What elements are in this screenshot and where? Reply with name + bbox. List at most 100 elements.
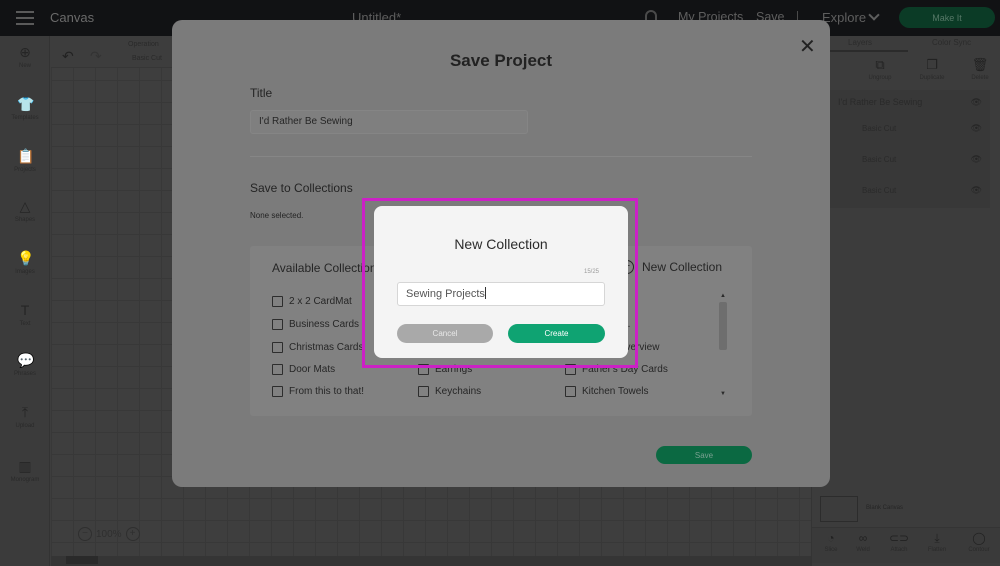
- monogram-icon: ▥: [18, 458, 32, 474]
- zoom-in-icon[interactable]: +: [125, 527, 140, 541]
- sidebar-item-images[interactable]: 💡 Images: [0, 250, 50, 275]
- operation-label: Operation: [128, 41, 159, 48]
- cancel-button[interactable]: Cancel: [397, 324, 493, 343]
- sidebar-item-shapes[interactable]: △ Shapes: [0, 198, 50, 223]
- sidebar-item-label: Images: [15, 269, 35, 275]
- slice-icon: ◔: [827, 531, 835, 545]
- checkbox[interactable]: [272, 296, 283, 307]
- chevron-down-icon: [868, 9, 880, 21]
- sidebar-item-new[interactable]: ⊕ New: [0, 44, 50, 69]
- attach-button[interactable]: ⊂⊃ Attach: [884, 531, 914, 554]
- sidebar-item-label: New: [18, 63, 31, 69]
- hamburger-menu-icon[interactable]: [16, 11, 34, 25]
- save-to-collections-label: Save to Collections: [250, 181, 353, 195]
- collection-option[interactable]: Christmas Cards: [272, 342, 363, 353]
- collection-option[interactable]: Kitchen Towels: [565, 386, 649, 397]
- scrollbar-thumb[interactable]: [66, 556, 98, 564]
- collection-name: Keychains: [435, 386, 482, 397]
- checkbox[interactable]: [565, 386, 576, 397]
- layer-name: Basic Cut: [862, 123, 897, 133]
- checkbox[interactable]: [272, 319, 283, 330]
- collection-option[interactable]: Keychains: [418, 386, 481, 397]
- sidebar-item-label: Upload: [15, 423, 35, 429]
- close-icon[interactable]: ✕: [799, 34, 816, 59]
- project-title-input[interactable]: I'd Rather Be Sewing: [250, 110, 528, 134]
- plus-circle-icon: ⊕: [19, 44, 31, 60]
- weld-label: Weld: [856, 547, 870, 553]
- text-icon: T: [20, 302, 30, 318]
- make-it-button[interactable]: Make It: [899, 7, 995, 28]
- layer-name: Basic Cut: [862, 154, 897, 164]
- character-count: 15/25: [584, 269, 600, 275]
- layer-group-name: I'd Rather Be Sewing: [838, 97, 923, 107]
- sidebar-item-upload[interactable]: ⤒ Upload: [0, 404, 50, 429]
- sidebar-item-monogram[interactable]: ▥ Monogram: [0, 458, 50, 483]
- layer-row[interactable]: Basic Cut 👁: [830, 176, 990, 204]
- save-button[interactable]: Save: [656, 446, 752, 464]
- modal-title: Save Project: [449, 51, 553, 70]
- collections-scrollbar-thumb[interactable]: [719, 302, 727, 350]
- sidebar-item-label: Shapes: [14, 217, 36, 223]
- contour-icon: ◯: [972, 531, 986, 545]
- scroll-down-icon[interactable]: ▼: [720, 391, 726, 397]
- collection-name: Kitchen Towels: [582, 386, 649, 397]
- zoom-level: 100%: [96, 528, 122, 540]
- collection-option[interactable]: Business Cards: [272, 319, 359, 330]
- sidebar-item-text[interactable]: T Text: [0, 302, 50, 327]
- collection-name: Christmas Cards: [289, 342, 364, 353]
- eye-icon[interactable]: 👁: [971, 97, 982, 108]
- sidebar-item-templates[interactable]: 👕 Templates: [0, 96, 50, 121]
- collection-option[interactable]: From this to that!: [272, 386, 364, 397]
- scroll-up-icon[interactable]: ▲: [720, 293, 726, 299]
- app-title: Canvas: [50, 10, 95, 25]
- contour-button[interactable]: ◯ Contour: [964, 531, 994, 554]
- ungroup-button[interactable]: ⧉ Ungroup: [860, 57, 900, 82]
- delete-button[interactable]: 🗑 Delete: [960, 58, 1000, 82]
- layer-row[interactable]: Basic Cut 👁: [830, 145, 990, 173]
- tab-color-sync[interactable]: Color Sync: [932, 38, 971, 47]
- collection-name: 2 x 2 CardMat: [289, 296, 352, 307]
- eye-icon[interactable]: 👁: [971, 154, 982, 165]
- duplicate-button[interactable]: ❐ Duplicate: [912, 58, 952, 82]
- zoom-out-icon[interactable]: −: [78, 527, 92, 541]
- weld-button[interactable]: ∞ Weld: [848, 531, 878, 554]
- operation-dropdown[interactable]: Basic Cut: [132, 55, 162, 62]
- weld-icon: ∞: [858, 531, 868, 545]
- create-button[interactable]: Create: [508, 324, 605, 343]
- blank-canvas-thumbnail[interactable]: [820, 496, 858, 522]
- sidebar-item-label: Phrases: [13, 371, 36, 377]
- tab-layers[interactable]: Layers: [848, 38, 872, 47]
- undo-icon[interactable]: ↶: [62, 48, 74, 65]
- slice-button[interactable]: ◔ Slice: [816, 531, 846, 554]
- checkbox[interactable]: [272, 364, 283, 375]
- collection-name: From this to that!: [289, 386, 365, 397]
- layer-group-row[interactable]: I'd Rather Be Sewing 👁: [830, 88, 990, 116]
- collection-name-input[interactable]: Sewing Projects: [397, 282, 605, 306]
- checkbox[interactable]: [418, 386, 429, 397]
- sidebar-item-label: Projects: [14, 167, 36, 173]
- ungroup-icon: ⧉: [875, 57, 885, 72]
- checkbox[interactable]: [272, 386, 283, 397]
- explore-menu[interactable]: Explore: [822, 10, 866, 25]
- attach-icon: ⊂⊃: [888, 531, 910, 545]
- sidebar-item-projects[interactable]: 📋 Projects: [0, 148, 50, 173]
- sidebar-item-phrases[interactable]: 💬 Phrases: [0, 352, 50, 377]
- eye-icon[interactable]: 👁: [971, 123, 982, 134]
- eye-icon[interactable]: 👁: [971, 185, 982, 196]
- collection-name-value: Sewing Projects: [406, 288, 485, 300]
- collection-name: Door Mats: [289, 364, 336, 375]
- checkbox[interactable]: [272, 342, 283, 353]
- collection-option[interactable]: 2 x 2 CardMat: [272, 296, 352, 307]
- horizontal-scrollbar[interactable]: [51, 556, 811, 566]
- upload-icon: ⤒: [21, 404, 29, 420]
- flatten-button[interactable]: ⤓ Flatten: [922, 532, 952, 554]
- sidebar-item-label: Text: [19, 321, 31, 327]
- layer-row[interactable]: Basic Cut 👁: [830, 114, 990, 142]
- slice-label: Slice: [824, 547, 838, 553]
- redo-icon[interactable]: ↷: [90, 48, 102, 65]
- divider: [250, 156, 752, 157]
- collection-option[interactable]: Door Mats: [272, 364, 335, 375]
- dialog-title: New Collection: [454, 236, 548, 252]
- flatten-label: Flatten: [927, 547, 947, 553]
- blank-canvas-label: Blank Canvas: [866, 505, 904, 511]
